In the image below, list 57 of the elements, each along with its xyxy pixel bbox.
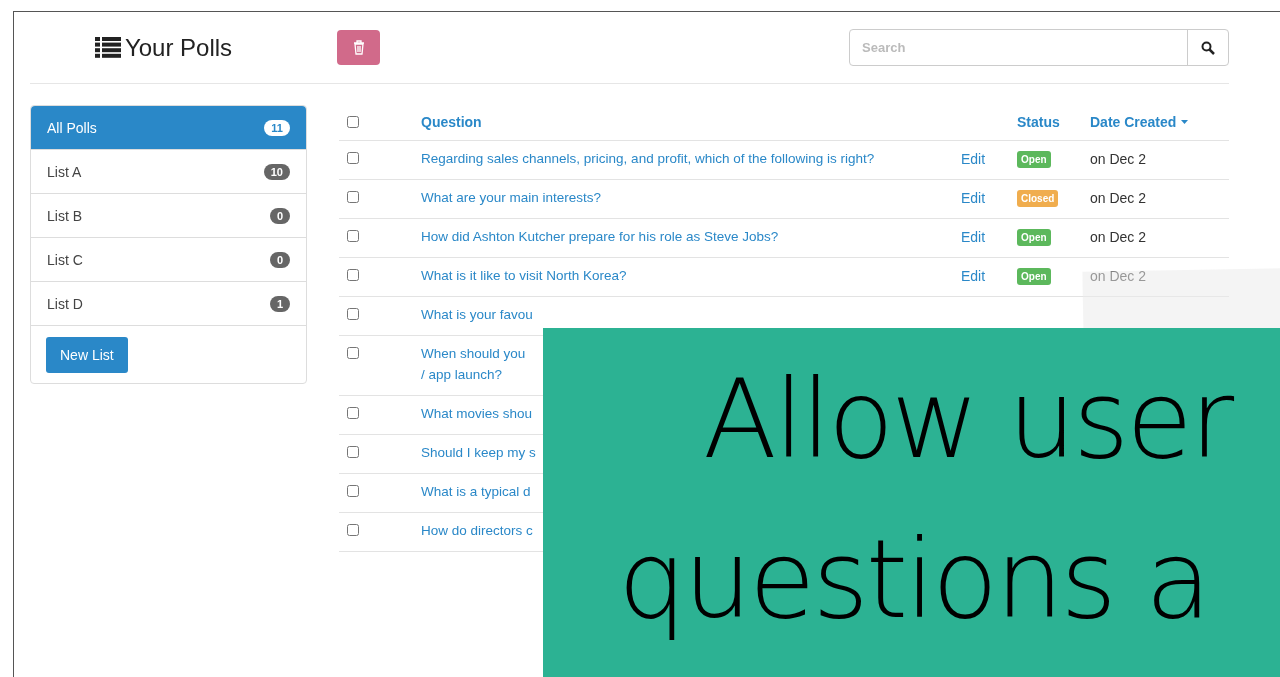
banner-text: questions a [618,516,1210,644]
list-item[interactable]: All Polls 11 [31,106,306,150]
delete-button[interactable] [337,30,380,65]
row-checkbox[interactable] [347,269,359,281]
question-link[interactable]: What is a typical d [421,481,531,502]
row-checkbox[interactable] [347,524,359,536]
column-header[interactable]: Question [421,114,961,130]
row-checkbox[interactable] [347,446,359,458]
status-badge: Closed [1017,190,1059,207]
list-label: List D [47,295,83,312]
date-text: on Dec 2 [1090,267,1148,285]
row-checkbox[interactable] [347,152,359,164]
question-link[interactable]: What movies shou [421,403,533,424]
list-label: List B [47,207,82,224]
question-link[interactable]: Regarding sales channels, pricing, and profit, which of the following is right? [421,148,875,169]
select-all-checkbox[interactable] [347,116,359,128]
status-badge: Open [1017,151,1051,168]
banner-text: Allow user [703,356,1234,484]
trash-icon [352,40,365,55]
question-link[interactable]: How did Ashton Kutcher prepare for his role as Steve Jobs? [421,226,779,247]
row-checkbox[interactable] [347,191,359,203]
edit-link[interactable]: Edit [961,228,1017,246]
question-link[interactable]: What is it like to visit North Korea? [421,265,627,286]
search-icon [1201,40,1215,55]
count-badge: 10 [263,163,290,180]
row-checkbox[interactable] [347,347,359,359]
status-badge: Open [1017,268,1051,285]
edit-link[interactable]: Edit [961,189,1017,207]
column-header[interactable]: Status [1017,114,1090,130]
list-label: List C [47,251,83,268]
edit-link[interactable]: Edit [961,267,1017,285]
page-title: Your Polls [124,33,233,62]
search-field[interactable]: Search [849,29,1229,66]
date-text: on Dec 2 [1090,189,1148,207]
new-list-button[interactable]: New List [46,337,128,373]
row-checkbox[interactable] [347,485,359,497]
count-badge: 11 [264,119,290,136]
row-checkbox[interactable] [347,308,359,320]
question-link[interactable]: Should I keep my s [421,442,536,463]
date-text: on Dec 2 [1090,228,1148,246]
count-badge: 1 [269,295,290,312]
edit-link[interactable]: Edit [961,150,1017,168]
list-label: All Polls [47,119,97,136]
question-link[interactable]: What are your main interests? [421,187,602,208]
count-badge: 0 [269,207,290,224]
row-checkbox[interactable] [347,230,359,242]
list-label: List A [47,163,82,180]
question-link[interactable]: When should you / app launch? [421,343,526,385]
date-text: on Dec 2 [1090,150,1148,168]
question-link[interactable]: How do directors c [421,520,533,541]
row-checkbox[interactable] [347,407,359,419]
list-icon [94,36,121,59]
question-link[interactable]: What is your favou [421,304,533,325]
caret-icon [1181,120,1189,124]
status-badge: Open [1017,229,1051,246]
column-header[interactable]: Date Created [1090,114,1229,130]
count-badge: 0 [269,251,290,268]
